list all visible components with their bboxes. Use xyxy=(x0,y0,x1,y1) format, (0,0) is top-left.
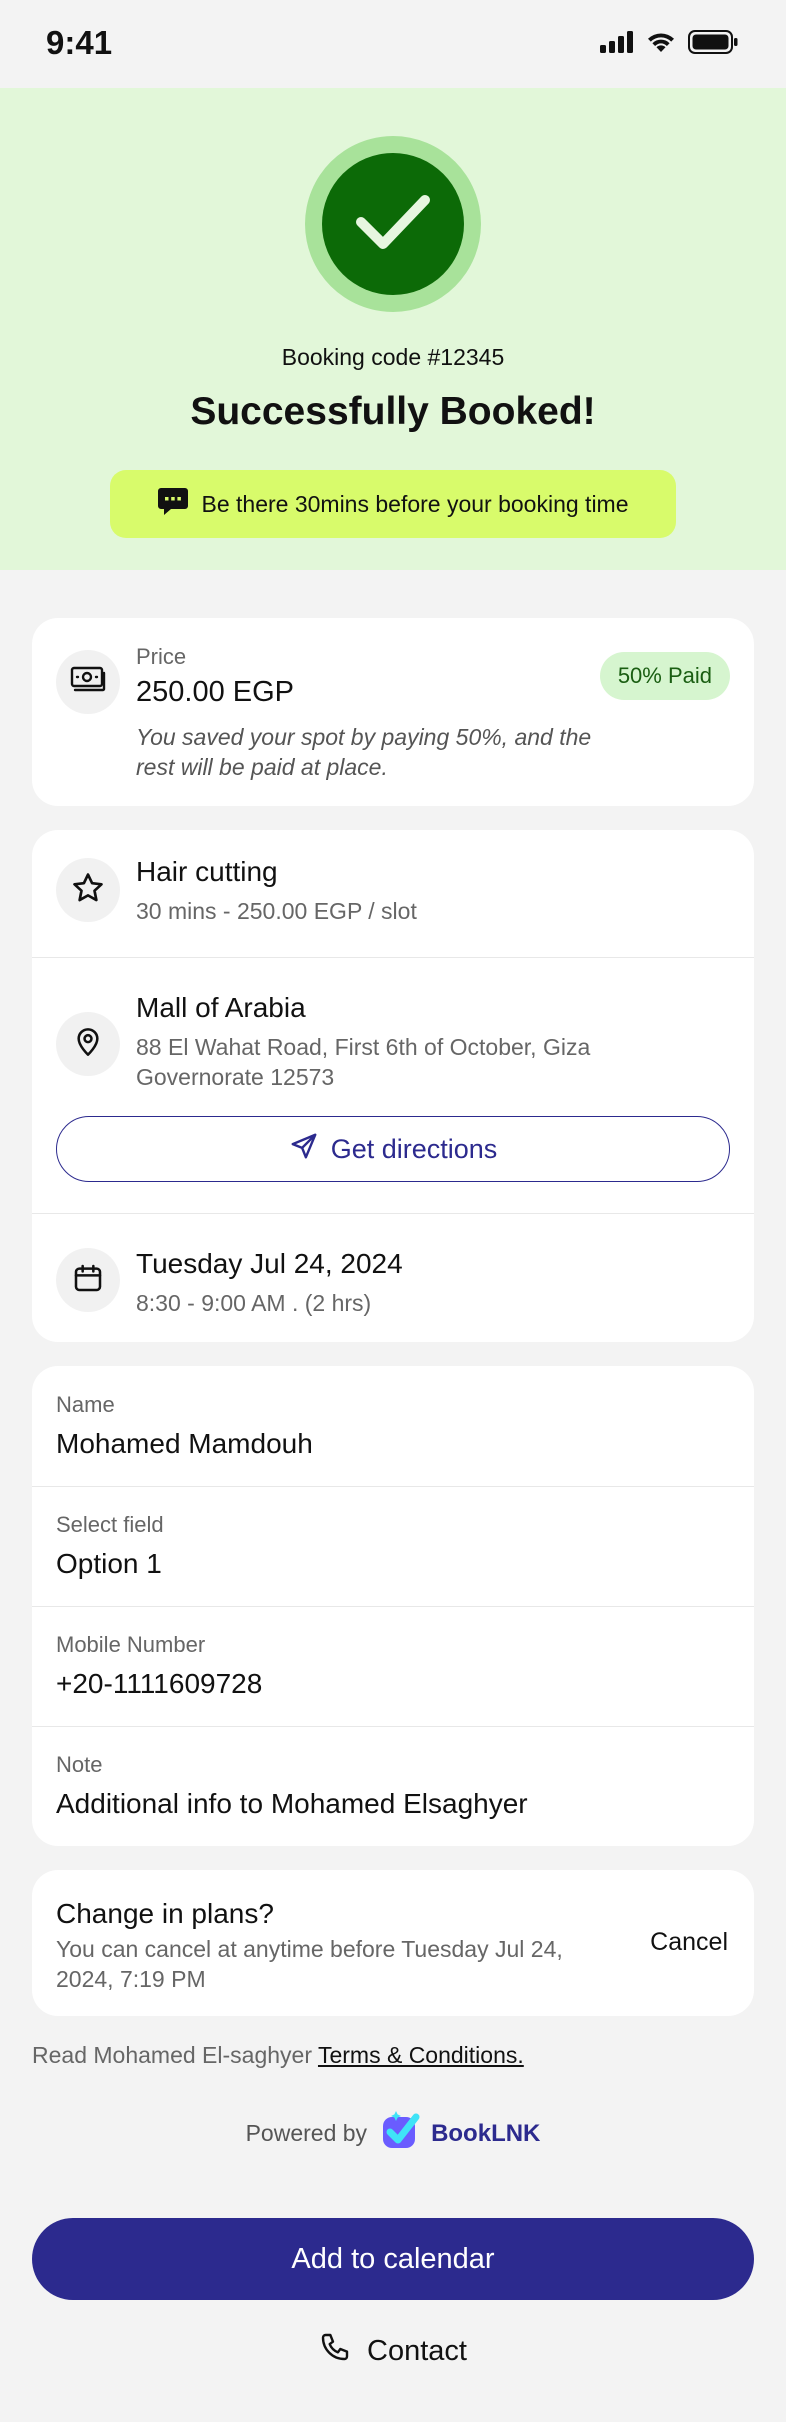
arrival-notice: Be there 30mins before your booking time xyxy=(110,470,676,538)
service-name: Hair cutting xyxy=(136,856,278,887)
price-label: Price xyxy=(136,644,187,669)
status-icons xyxy=(600,30,738,59)
contact-button[interactable]: Contact xyxy=(0,2326,786,2376)
field-value: Mohamed Mamdouh xyxy=(56,1428,313,1459)
navigation-arrow-icon xyxy=(289,1131,319,1168)
cancellation-card: Change in plans? You can cancel at anyti… xyxy=(32,1870,754,2016)
booking-info-card: Name Mohamed Mamdouh Select field Option… xyxy=(32,1366,754,1846)
price-value: 250.00 EGP xyxy=(136,676,294,708)
payment-status-badge: 50% Paid xyxy=(599,652,730,700)
select-field: Select field Option 1 xyxy=(32,1486,754,1606)
powered-by: Powered by BookLNK xyxy=(0,2110,786,2157)
success-badge xyxy=(305,136,481,312)
field-label: Note xyxy=(56,1752,103,1777)
booking-date: Tuesday Jul 24, 2024 xyxy=(136,1248,403,1279)
booking-details-card: Hair cutting 30 mins - 250.00 EGP / slot… xyxy=(32,830,754,1342)
price-card: Price 250.00 EGP You saved your spot by … xyxy=(32,618,754,806)
service-details: 30 mins - 250.00 EGP / slot xyxy=(136,898,417,924)
notice-text: Be there 30mins before your booking time xyxy=(201,490,629,517)
terms-prefix: Read Mohamed El-saghyer xyxy=(32,2042,312,2068)
location-icon-wrap xyxy=(56,1012,120,1076)
service-section: Hair cutting 30 mins - 250.00 EGP / slot xyxy=(32,830,754,957)
chat-bubble-icon xyxy=(157,486,189,522)
status-bar: 9:41 xyxy=(0,0,786,88)
field-value: +20-1111609728 xyxy=(56,1668,263,1699)
signal-icon xyxy=(600,31,634,58)
terms-link[interactable]: Terms & Conditions. xyxy=(318,2042,524,2068)
powered-by-label: Powered by xyxy=(245,2120,368,2146)
field-value: Option 1 xyxy=(56,1548,162,1579)
cancel-button[interactable]: Cancel xyxy=(650,1928,728,1957)
money-icon xyxy=(70,665,106,700)
battery-icon xyxy=(688,30,738,59)
booking-time: 8:30 - 9:00 AM . (2 hrs) xyxy=(136,1290,372,1316)
schedule-section: Tuesday Jul 24, 2024 8:30 - 9:00 AM . (2… xyxy=(32,1214,754,1342)
brand-name: BookLNK xyxy=(431,2119,541,2147)
booking-code: Booking code #12345 xyxy=(281,344,505,370)
field-label: Select field xyxy=(56,1512,164,1537)
brand-link[interactable]: BookLNK xyxy=(381,2110,540,2157)
price-note: You saved your spot by paying 50%, and t… xyxy=(136,724,592,780)
location-name: Mall of Arabia xyxy=(136,992,306,1023)
star-icon xyxy=(71,871,105,910)
price-icon-wrap xyxy=(56,650,120,714)
page-title: Successfully Booked! xyxy=(190,390,596,433)
get-directions-button[interactable]: Get directions xyxy=(56,1116,730,1182)
name-field: Name Mohamed Mamdouh xyxy=(32,1366,754,1486)
location-address: 88 El Wahat Road, First 6th of October, … xyxy=(136,1034,591,1090)
booklnk-logo xyxy=(381,2110,423,2157)
schedule-icon-wrap xyxy=(56,1248,120,1312)
service-icon-wrap xyxy=(56,858,120,922)
calendar-icon xyxy=(72,1262,104,1299)
cancellation-policy: You can cancel at anytime before Tuesday… xyxy=(56,1936,563,1992)
contact-label: Contact xyxy=(367,2334,467,2367)
phone-icon xyxy=(319,2331,351,2371)
terms-line: Read Mohamed El-saghyer Terms & Conditio… xyxy=(32,2042,524,2069)
get-directions-label: Get directions xyxy=(330,1133,498,1164)
note-field: Note Additional info to Mohamed Elsaghye… xyxy=(32,1726,754,1846)
mobile-number-field: Mobile Number +20-1111609728 xyxy=(32,1606,754,1726)
field-value: Additional info to Mohamed Elsaghyer xyxy=(56,1788,528,1819)
field-label: Name xyxy=(56,1392,115,1417)
cancellation-title: Change in plans? xyxy=(56,1898,274,1929)
checkmark-icon xyxy=(355,192,431,257)
field-label: Mobile Number xyxy=(56,1632,206,1657)
add-to-calendar-button[interactable]: Add to calendar xyxy=(32,2218,754,2300)
wifi-icon xyxy=(646,31,676,58)
map-pin-icon xyxy=(72,1025,104,1064)
success-header: Booking code #12345 Successfully Booked!… xyxy=(0,88,786,570)
status-time: 9:41 xyxy=(46,24,113,61)
